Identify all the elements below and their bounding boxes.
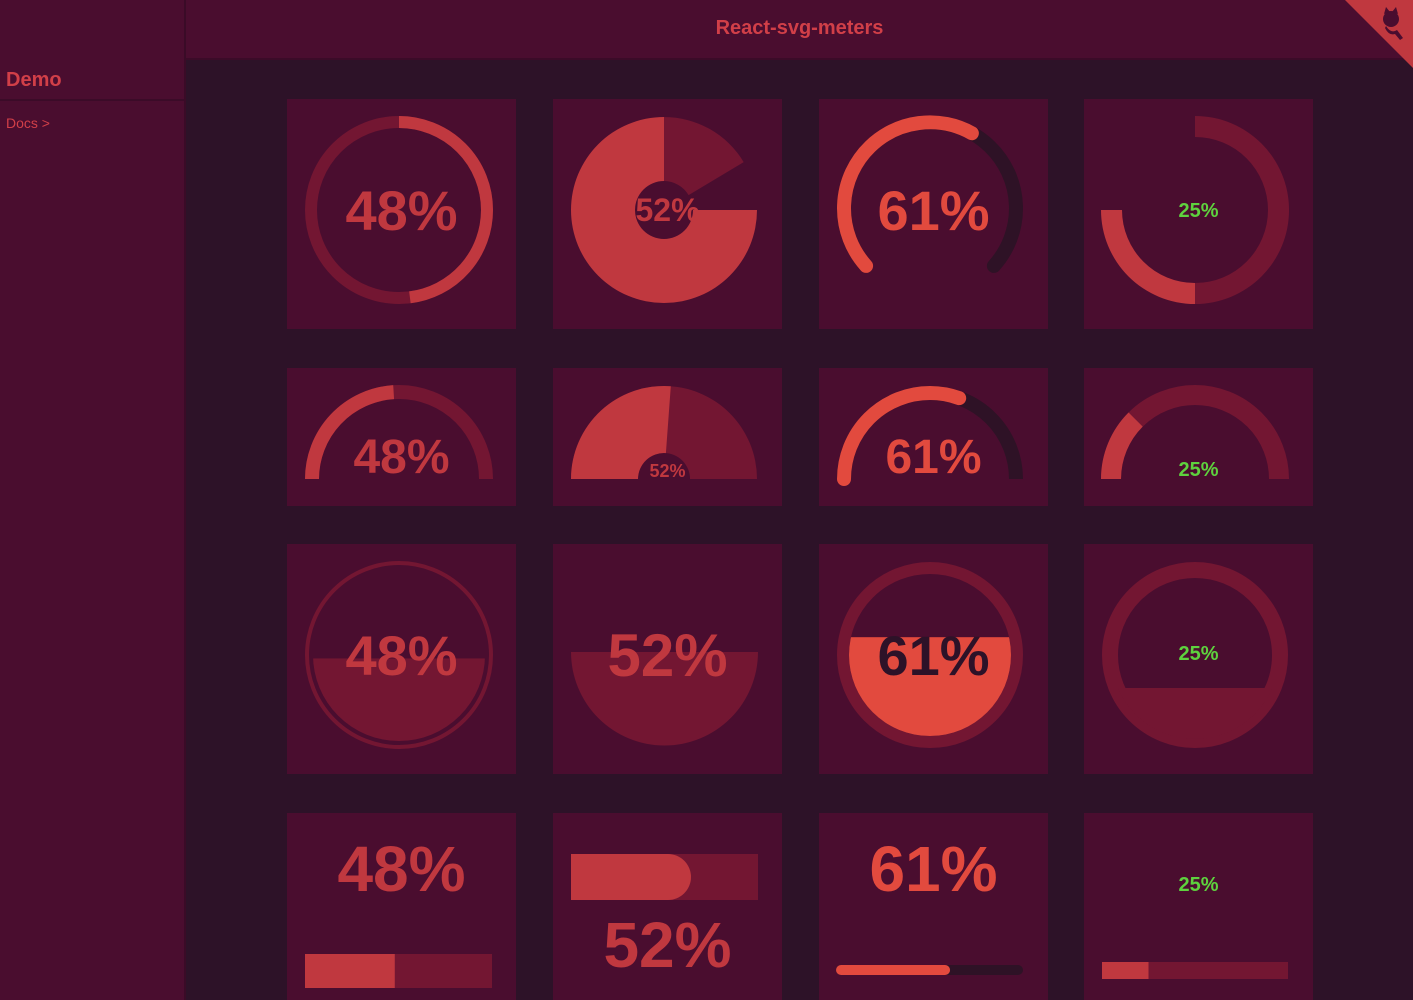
meter-card-bar-52: 52% (553, 813, 782, 1000)
meter-value-label: 25% (1178, 200, 1219, 222)
meter-value-label: 61% (877, 179, 990, 242)
meter-card-halfarc-48: 48% (287, 368, 516, 506)
meter-card-pie-52: 52% (553, 99, 782, 329)
meter-value-label: 48% (345, 624, 458, 687)
meter-value-label: 48% (345, 179, 458, 242)
meter-card-arc-61: 61% (819, 99, 1048, 329)
github-octocat-icon (1345, 0, 1413, 68)
bar-progress (305, 954, 395, 988)
sidebar-title: Demo (0, 0, 184, 101)
meter-value-label: 61% (869, 833, 998, 905)
meter-value-label: 61% (885, 431, 982, 484)
meter-card-circle-48: 48% (287, 99, 516, 329)
meter-card-halfpie-52: 52% (553, 368, 782, 506)
bar-progress (1102, 962, 1149, 979)
donut-track (664, 117, 744, 196)
donut-progress (1101, 210, 1195, 304)
meter-card-level-25: 25% (1084, 544, 1313, 774)
top-bar: React-svg-meters (186, 0, 1413, 60)
meter-card-bar-25: 25% (1084, 813, 1313, 1000)
meter-value-label: 61% (877, 624, 990, 687)
meter-value-label: 52% (635, 192, 700, 228)
level-fill (1111, 688, 1279, 739)
meter-value-label: 52% (607, 622, 728, 689)
bar-progress (836, 965, 951, 975)
meter-card-bar-61: 61% (819, 813, 1048, 1000)
meter-card-level-52: 52% (553, 544, 782, 774)
meter-value-label: 48% (337, 833, 466, 905)
page-title: React-svg-meters (715, 17, 884, 39)
meter-card-pie-25: 25% (1084, 99, 1313, 329)
meter-card-bar-48: 48% (287, 813, 516, 1000)
meter-value-label: 52% (603, 909, 732, 981)
meter-value-label: 25% (1178, 643, 1219, 665)
meter-card-level-61: 61% (819, 544, 1048, 774)
meter-value-label: 48% (353, 431, 450, 484)
meter-card-level-48: 48% (287, 544, 516, 774)
docs-link[interactable]: Docs > (6, 115, 184, 131)
sidebar: Demo Docs > (0, 0, 186, 1000)
github-corner-link[interactable] (1345, 0, 1413, 68)
bar-meter-25 (1102, 962, 1288, 979)
meter-value-label: 25% (1178, 459, 1219, 481)
bar-progress (571, 854, 691, 900)
meter-value-label: 25% (1178, 874, 1219, 896)
meter-value-label: 52% (649, 461, 686, 481)
halfarc-meter-25 (1101, 385, 1289, 480)
halfpie-meter-52 (571, 385, 757, 479)
meter-card-halfarc-61: 61% (819, 368, 1048, 506)
meter-card-halfarc-25: 25% (1084, 368, 1313, 506)
